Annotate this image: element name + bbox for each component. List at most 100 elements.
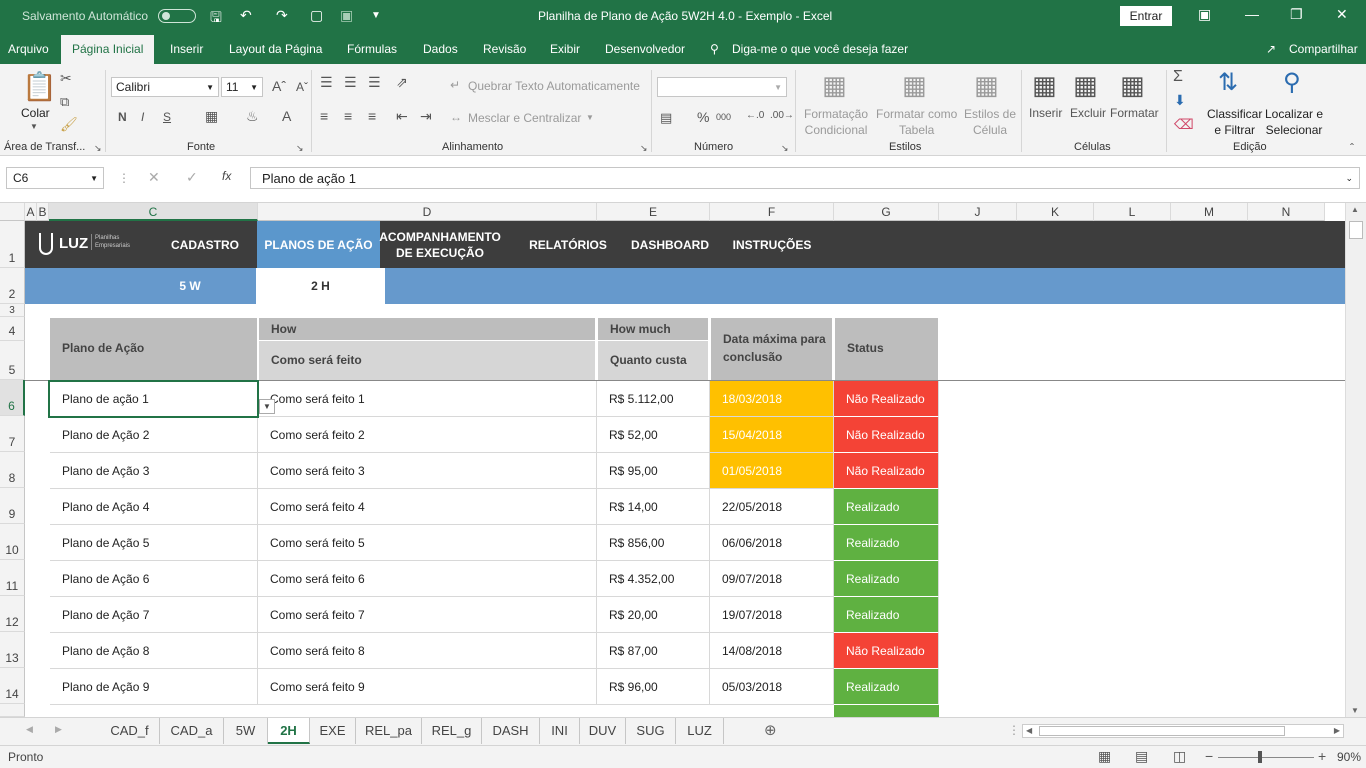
- tab-pagina-inicial[interactable]: Página Inicial: [61, 35, 155, 64]
- close-icon[interactable]: ✕: [1336, 6, 1348, 23]
- nav-instrucoes[interactable]: INSTRUÇÕES: [727, 221, 817, 268]
- horizontal-scroll-thumb[interactable]: [1039, 726, 1285, 736]
- row-header-5[interactable]: 5: [0, 341, 25, 380]
- name-box[interactable]: C6 ▼: [6, 167, 104, 189]
- fill-color-icon[interactable]: ♨: [246, 108, 259, 125]
- sort-filter-button[interactable]: Classificar e Filtrar: [1207, 106, 1262, 138]
- clear-icon[interactable]: ⌫: [1174, 116, 1194, 133]
- shrink-font-icon[interactable]: Aˇ: [296, 80, 308, 94]
- currency-icon[interactable]: ▤: [660, 110, 672, 126]
- cell-status[interactable]: Não Realizado: [834, 381, 939, 417]
- cell-status[interactable]: Realizado: [834, 669, 939, 705]
- cut-icon[interactable]: ✂: [60, 70, 72, 87]
- row-header-3[interactable]: 3: [0, 304, 25, 317]
- cell-dropdown-button[interactable]: ▼: [259, 399, 275, 414]
- fill-icon[interactable]: ⬇: [1174, 92, 1186, 109]
- cell-status[interactable]: Realizado: [834, 597, 939, 633]
- subnav-2h[interactable]: 2 H: [256, 268, 385, 304]
- row-header-1[interactable]: 1: [0, 221, 25, 268]
- signin-button[interactable]: Entrar: [1120, 6, 1172, 26]
- tab-inserir[interactable]: Inserir: [170, 42, 203, 56]
- col-header-n[interactable]: N: [1248, 203, 1325, 221]
- cell-plano[interactable]: Plano de ação 1: [50, 381, 258, 417]
- cell-plano[interactable]: Plano de Ação 3: [50, 453, 258, 489]
- cell-status[interactable]: Realizado: [834, 561, 939, 597]
- row-header-2[interactable]: 2: [0, 268, 25, 304]
- font-color-icon[interactable]: A: [282, 108, 291, 124]
- share-button[interactable]: Compartilhar: [1289, 42, 1358, 56]
- cell-custo[interactable]: R$ 95,00: [597, 453, 710, 489]
- zoom-in-icon[interactable]: +: [1318, 748, 1326, 764]
- sheet-prev-icon[interactable]: ◀: [26, 724, 33, 735]
- scroll-right-icon[interactable]: ▶: [1334, 726, 1340, 735]
- expand-formula-icon[interactable]: ⌄: [1345, 173, 1353, 184]
- cell-status[interactable]: Realizado: [834, 489, 939, 525]
- alignment-launcher-icon[interactable]: ↘: [640, 143, 648, 154]
- sheet-tab-2h[interactable]: 2H: [268, 718, 310, 744]
- tab-arquivo[interactable]: Arquivo: [8, 42, 49, 56]
- paste-dropdown-icon[interactable]: ▼: [30, 122, 38, 131]
- align-top-icon[interactable]: ☰: [320, 74, 333, 91]
- sheet-tab-exe[interactable]: EXE: [310, 718, 356, 744]
- cell-como[interactable]: Como será feito 2: [258, 417, 597, 453]
- save-icon[interactable]: 🖫: [210, 7, 222, 31]
- merge-center-button[interactable]: Mesclar e Centralizar: [468, 111, 581, 125]
- sheet-tab-cad_f[interactable]: CAD_f: [100, 718, 160, 744]
- underline-icon[interactable]: S: [163, 110, 171, 124]
- cell-como[interactable]: Como será feito 4: [258, 489, 597, 525]
- row-header-12[interactable]: 12: [0, 596, 25, 632]
- restore-icon[interactable]: ❐: [1290, 6, 1303, 23]
- col-header-k[interactable]: K: [1017, 203, 1094, 221]
- customize-toolbar-icon[interactable]: ▼: [371, 10, 381, 21]
- camera-icon[interactable]: ▣: [340, 7, 353, 24]
- find-select-button[interactable]: Localizar e Selecionar: [1265, 106, 1323, 138]
- cell-custo[interactable]: R$ 52,00: [597, 417, 710, 453]
- col-header-a[interactable]: A: [25, 203, 37, 221]
- conditional-format-button[interactable]: Formatação Condicional: [804, 106, 868, 138]
- cell-status[interactable]: Não Realizado: [834, 633, 939, 669]
- cell-data[interactable]: 06/06/2018: [710, 525, 834, 561]
- zoom-slider[interactable]: [1218, 757, 1314, 758]
- sheet-tab-dash[interactable]: DASH: [482, 718, 540, 744]
- cell-plano[interactable]: Plano de Ação 4: [50, 489, 258, 525]
- nav-relatorios[interactable]: RELATÓRIOS: [523, 221, 613, 268]
- col-header-j[interactable]: J: [939, 203, 1017, 221]
- percent-icon[interactable]: %: [697, 109, 709, 125]
- cell-status[interactable]: Não Realizado: [834, 453, 939, 489]
- share-icon[interactable]: ↗: [1266, 42, 1276, 56]
- cell-status-partial[interactable]: [834, 705, 939, 717]
- minimize-icon[interactable]: —: [1245, 6, 1259, 22]
- bold-icon[interactable]: N: [118, 110, 127, 124]
- cell-plano[interactable]: Plano de Ação 8: [50, 633, 258, 669]
- delete-cells-button[interactable]: Excluir: [1070, 106, 1106, 120]
- cell-como[interactable]: Como será feito 9: [258, 669, 597, 705]
- increase-decimal-icon[interactable]: ←.0: [746, 110, 764, 121]
- format-table-button[interactable]: Formatar como Tabela: [876, 106, 957, 138]
- tab-revisao[interactable]: Revisão: [483, 42, 526, 56]
- ribbon-display-icon[interactable]: ▣: [1198, 6, 1211, 23]
- enter-icon[interactable]: ✓: [186, 169, 198, 186]
- tab-layout[interactable]: Layout da Página: [229, 42, 322, 56]
- format-painter-icon[interactable]: 🖌: [60, 116, 78, 133]
- redo-icon[interactable]: ↷: [276, 7, 288, 24]
- cell-como[interactable]: Como será feito 1: [258, 381, 597, 417]
- scroll-down-icon[interactable]: ▼: [1351, 706, 1359, 715]
- zoom-out-icon[interactable]: −: [1205, 748, 1213, 764]
- row-header-10[interactable]: 10: [0, 524, 25, 560]
- col-header-m[interactable]: M: [1171, 203, 1248, 221]
- collapse-ribbon-icon[interactable]: ˆ: [1350, 141, 1354, 155]
- zoom-level[interactable]: 90%: [1337, 750, 1361, 764]
- align-center-icon[interactable]: ≡: [344, 108, 352, 124]
- row-header-7[interactable]: 7: [0, 416, 25, 452]
- decrease-indent-icon[interactable]: ⇤: [396, 108, 408, 125]
- row-header-9[interactable]: 9: [0, 488, 25, 524]
- cell-custo[interactable]: R$ 20,00: [597, 597, 710, 633]
- col-header-d[interactable]: D: [258, 203, 597, 221]
- cell-data[interactable]: 14/08/2018: [710, 633, 834, 669]
- paste-button[interactable]: Colar: [21, 106, 50, 120]
- cell-como[interactable]: Como será feito 7: [258, 597, 597, 633]
- zoom-slider-thumb[interactable]: [1258, 751, 1262, 763]
- cell-custo[interactable]: R$ 4.352,00: [597, 561, 710, 597]
- sheet-tab-rel_pa[interactable]: REL_pa: [356, 718, 422, 744]
- cell-como[interactable]: Como será feito 5: [258, 525, 597, 561]
